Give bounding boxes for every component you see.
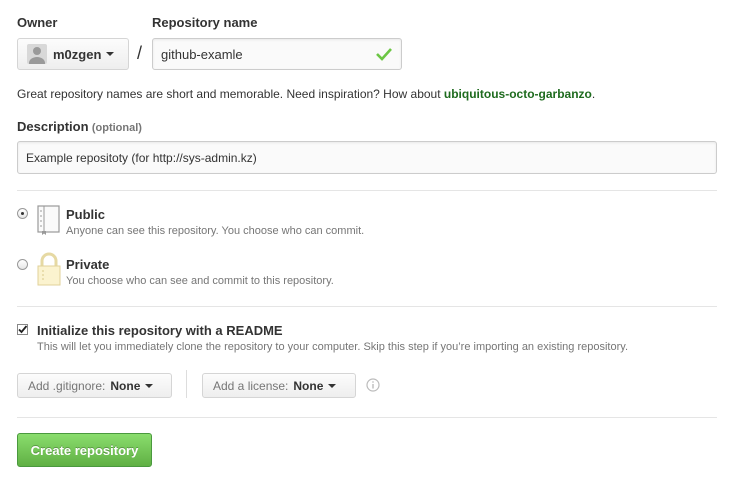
readme-checkbox[interactable] xyxy=(17,324,28,335)
divider xyxy=(17,306,717,307)
owner-label: Owner xyxy=(17,15,58,30)
create-repository-button[interactable]: Create repository xyxy=(17,433,152,467)
description-input[interactable]: Example repositoty (for http://sys-admin… xyxy=(17,141,717,174)
repo-name-input[interactable]: github-examle xyxy=(152,38,402,70)
license-prefix: Add a license: xyxy=(213,378,289,393)
repo-name-label: Repository name xyxy=(152,15,258,30)
private-desc: You choose who can see and commit to thi… xyxy=(66,275,334,287)
name-suggestion[interactable]: ubiquitous-octo-garbanzo xyxy=(444,87,592,101)
divider xyxy=(17,417,717,418)
description-value: Example repositoty (for http://sys-admin… xyxy=(26,150,257,165)
license-dropdown[interactable]: Add a license: None xyxy=(202,373,356,398)
name-hint: Great repository names are short and mem… xyxy=(17,87,595,101)
owner-dropdown[interactable]: m0zgen xyxy=(17,38,129,70)
owner-name: m0zgen xyxy=(53,46,102,62)
name-hint-end: . xyxy=(591,87,596,101)
avatar xyxy=(27,44,47,64)
gitignore-dropdown[interactable]: Add .gitignore: None xyxy=(17,373,172,398)
chevron-down-icon xyxy=(328,383,337,388)
license-value: None xyxy=(293,378,324,393)
description-label-group: Description (optional) xyxy=(17,119,142,134)
private-title: Private xyxy=(66,257,110,272)
info-icon[interactable] xyxy=(366,378,380,395)
public-radio[interactable] xyxy=(17,208,28,219)
public-desc: Anyone can see this repository. You choo… xyxy=(66,225,365,237)
readme-desc: This will let you immediately clone the … xyxy=(37,341,628,353)
gitignore-value: None xyxy=(110,378,141,393)
check-icon xyxy=(376,47,392,64)
private-radio[interactable] xyxy=(17,259,28,270)
chevron-down-icon xyxy=(106,52,115,56)
public-title: Public xyxy=(66,207,106,222)
description-optional: (optional) xyxy=(91,122,142,134)
vertical-divider xyxy=(186,370,187,398)
readme-title: Initialize this repository with a README xyxy=(37,323,283,338)
gitignore-prefix: Add .gitignore: xyxy=(28,378,106,393)
repo-book-icon xyxy=(36,205,62,238)
name-hint-text: Great repository names are short and mem… xyxy=(17,87,444,101)
path-separator: / xyxy=(137,43,143,63)
repo-name-value: github-examle xyxy=(161,46,243,62)
divider xyxy=(17,190,717,191)
lock-icon xyxy=(37,252,61,289)
description-label: Description xyxy=(17,119,89,134)
chevron-down-icon xyxy=(145,383,154,388)
